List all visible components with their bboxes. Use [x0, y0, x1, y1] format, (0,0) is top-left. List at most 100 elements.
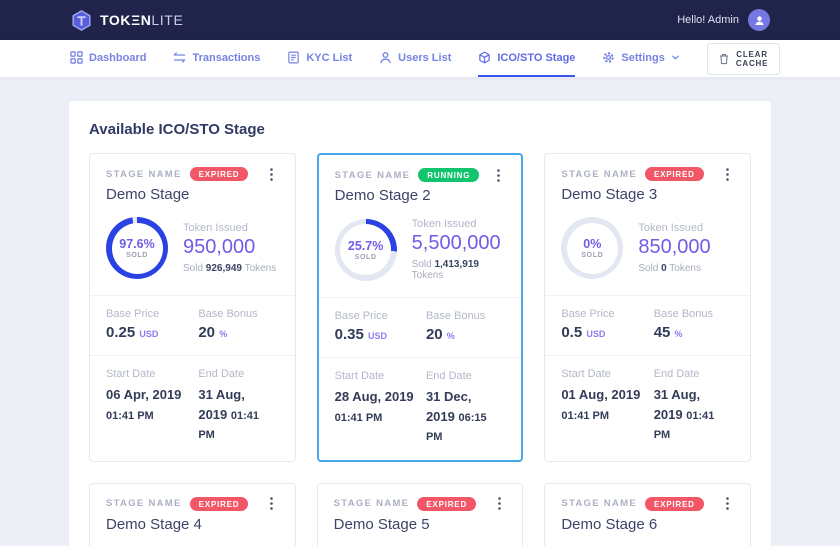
start-time: 01:41 PM: [106, 410, 154, 422]
token-issued-value: 5,500,000: [412, 232, 506, 255]
greeting-text: Hello! Admin: [677, 14, 739, 26]
kebab-menu-icon[interactable]: [491, 169, 505, 182]
start-date-field: Start Date 06 Apr, 2019 01:41 PM: [106, 368, 198, 444]
sold-percent: 0%: [583, 237, 601, 251]
base-price-unit: USD: [139, 329, 158, 339]
settings-icon: [602, 51, 615, 64]
kyc-list-icon: [287, 51, 300, 64]
base-bonus-field: Base Bonus 20 %: [426, 310, 505, 343]
trash-icon: [719, 53, 729, 65]
sold-tokens-line: Sold 0 Tokens: [638, 263, 710, 274]
base-bonus-label: Base Bonus: [654, 308, 734, 320]
token-issued-label: Token Issued: [412, 218, 506, 230]
sold-suffix: Tokens: [412, 270, 444, 281]
start-date-value: 28 Aug, 2019 01:41 PM: [335, 387, 426, 426]
start-date-field: Start Date 28 Aug, 2019 01:41 PM: [335, 370, 426, 446]
end-date-label: End Date: [426, 370, 505, 382]
kebab-menu-icon[interactable]: [265, 168, 279, 181]
token-issued-block: Token Issued 5,500,000 Sold 1,413,919 To…: [412, 218, 506, 281]
stage-name-label: STAGE NAME: [561, 169, 637, 180]
start-date-label: Start Date: [106, 368, 198, 380]
sold-progress-ring: 97.6% SOLD: [106, 217, 168, 279]
end-date-value: 31 Dec, 2019 06:15 PM: [426, 387, 505, 446]
nav-item-label: Users List: [398, 52, 451, 64]
stage-cards-grid: STAGE NAME EXPIRED Demo Stage 97.6% SOLD…: [89, 153, 751, 546]
status-badge: RUNNING: [418, 168, 479, 182]
base-bonus-unit: %: [219, 329, 227, 339]
price-bonus-section: Base Price 0.35 USD Base Bonus 20 %: [319, 297, 522, 357]
stage-card: STAGE NAME EXPIRED Demo Stage 97.6% SOLD…: [89, 153, 296, 462]
start-date: 01 Aug, 2019: [561, 387, 640, 402]
clear-cache-button[interactable]: CLEAR CACHE: [707, 43, 780, 75]
stage-title: Demo Stage: [106, 186, 279, 203]
nav-item-transactions[interactable]: Transactions: [173, 40, 260, 77]
sold-percent: 25.7%: [348, 239, 383, 253]
nav-item-settings[interactable]: Settings: [602, 40, 679, 77]
nav-item-label: Dashboard: [89, 52, 146, 64]
stage-title: Demo Stage 3: [561, 186, 734, 203]
status-badge: EXPIRED: [190, 497, 249, 511]
dates-section: Start Date 01 Aug, 2019 01:41 PM End Dat…: [545, 355, 750, 458]
token-issued-value: 950,000: [183, 236, 276, 259]
avatar[interactable]: [748, 9, 770, 31]
start-date-label: Start Date: [335, 370, 426, 382]
sold-prefix: Sold: [183, 263, 203, 274]
nav-item-dashboard[interactable]: Dashboard: [70, 40, 146, 77]
stage-card: STAGE NAME EXPIRED Demo Stage 6 0% SOLD …: [544, 483, 751, 546]
stage-card: STAGE NAME EXPIRED Demo Stage 3 0% SOLD …: [544, 153, 751, 462]
card-top-section: STAGE NAME EXPIRED Demo Stage 3 0% SOLD …: [545, 154, 750, 295]
card-top-section: STAGE NAME EXPIRED Demo Stage 97.6% SOLD…: [90, 154, 295, 295]
stage-name-label: STAGE NAME: [334, 498, 410, 509]
end-date-value: 31 Aug, 2019 01:41 PM: [654, 385, 734, 444]
users-list-icon: [379, 51, 392, 64]
page-title: Available ICO/STO Stage: [89, 121, 751, 138]
sold-caption: SOLD: [581, 252, 603, 259]
nav-item-users-list[interactable]: Users List: [379, 40, 451, 77]
base-price-label: Base Price: [335, 310, 426, 322]
nav-item-label: KYC List: [306, 52, 352, 64]
end-date-field: End Date 31 Aug, 2019 01:41 PM: [654, 368, 734, 444]
kebab-menu-icon[interactable]: [720, 497, 734, 510]
progress-row: 25.7% SOLD Token Issued 5,500,000 Sold 1…: [335, 218, 506, 281]
end-date-field: End Date 31 Dec, 2019 06:15 PM: [426, 370, 505, 446]
stage-card: STAGE NAME EXPIRED Demo Stage 4 0% SOLD …: [89, 483, 296, 546]
kebab-menu-icon[interactable]: [720, 168, 734, 181]
end-date-label: End Date: [198, 368, 278, 380]
nav-item-label: Settings: [621, 52, 664, 64]
transactions-icon: [173, 51, 186, 64]
base-price-value: 0.25 USD: [106, 324, 198, 341]
status-badge: EXPIRED: [645, 497, 704, 511]
nav-item-kyc-list[interactable]: KYC List: [287, 40, 352, 77]
app-logo[interactable]: TOKΞNLITE: [70, 9, 183, 32]
token-issued-value: 850,000: [638, 236, 710, 259]
app-logo-text: TOKΞNLITE: [100, 12, 183, 28]
card-header: STAGE NAME EXPIRED: [334, 497, 507, 511]
sold-tokens-line: Sold 1,413,919 Tokens: [412, 259, 506, 281]
start-date-field: Start Date 01 Aug, 2019 01:41 PM: [561, 368, 653, 444]
base-bonus-value: 20 %: [426, 326, 505, 343]
base-price-value: 0.5 USD: [561, 324, 653, 341]
sold-progress-center: 25.7% SOLD: [340, 224, 391, 275]
base-bonus-label: Base Bonus: [198, 308, 278, 320]
end-date-field: End Date 31 Aug, 2019 01:41 PM: [198, 368, 278, 444]
kebab-menu-icon[interactable]: [265, 497, 279, 510]
top-header: TOKΞNLITE Hello! Admin: [0, 0, 840, 40]
sold-progress-center: 0% SOLD: [567, 223, 618, 274]
start-date: 28 Aug, 2019: [335, 389, 414, 404]
card-header: STAGE NAME RUNNING: [335, 168, 506, 182]
card-top-section: STAGE NAME RUNNING Demo Stage 2 25.7% SO…: [319, 155, 522, 297]
base-price-field: Base Price 0.35 USD: [335, 310, 426, 343]
base-bonus-unit: %: [675, 329, 683, 339]
sold-amount: 0: [661, 263, 667, 274]
stage-name-label: STAGE NAME: [335, 170, 411, 181]
sold-amount: 926,949: [206, 263, 242, 274]
sold-progress-center: 97.6% SOLD: [112, 223, 163, 274]
start-date-label: Start Date: [561, 368, 653, 380]
nav-item-ico-sto-stage[interactable]: ICO/STO Stage: [478, 40, 575, 77]
sold-percent: 97.6%: [119, 237, 154, 251]
status-badge: EXPIRED: [417, 497, 476, 511]
base-bonus-label: Base Bonus: [426, 310, 505, 322]
sold-prefix: Sold: [412, 259, 432, 270]
end-date-value: 31 Aug, 2019 01:41 PM: [198, 385, 278, 444]
kebab-menu-icon[interactable]: [492, 497, 506, 510]
